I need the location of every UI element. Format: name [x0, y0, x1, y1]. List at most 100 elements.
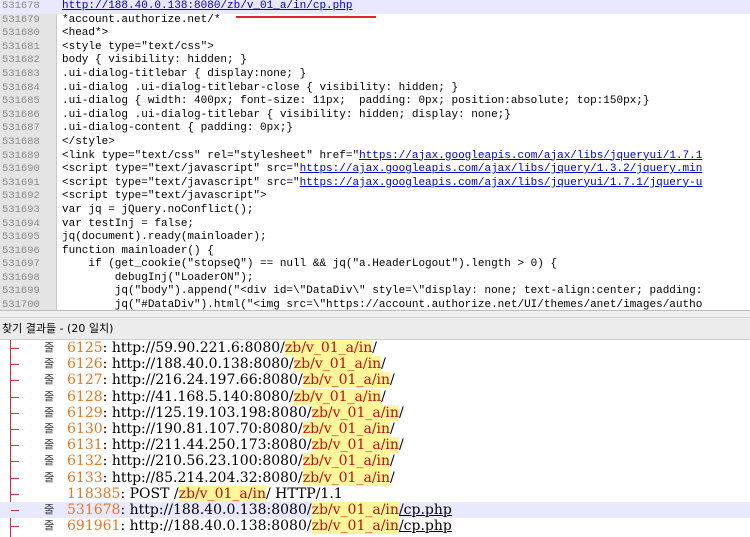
line-number: 531684: [2, 81, 40, 94]
result-suffix: /cp.php: [398, 518, 452, 535]
line-label: 줄: [44, 454, 55, 468]
code-text: *account.authorize.net/*: [62, 14, 220, 28]
result-separator: :: [102, 469, 112, 486]
code-text: http://188.40.0.138:8080/zb/v_01_a/in/cp…: [62, 0, 352, 14]
result-text: 531678: http://188.40.0.138:8080/zb/v_01…: [67, 501, 452, 518]
result-line-number: 6131: [67, 437, 103, 454]
line-number: 531690: [2, 163, 40, 176]
code-text: debugInj("LoaderON");: [62, 272, 254, 286]
result-prefix: http://210.56.23.100:8080/: [111, 453, 303, 470]
result-rows: 줄 6125: http://59.90.221.6:8080/zb/v_01_a…: [0, 340, 750, 535]
line-number: 531695: [2, 231, 40, 244]
find-results-panel[interactable]: 줄 6125: http://59.90.221.6:8080/zb/v_01_a…: [0, 340, 750, 537]
pane-splitter[interactable]: [0, 310, 750, 318]
line-number: 531692: [2, 190, 40, 203]
code-line: 531678 http://188.40.0.138:8080/zb/v_01_a…: [0, 0, 750, 14]
tree-branch: [11, 509, 19, 511]
result-suffix: /: [390, 469, 395, 486]
result-row[interactable]: 줄 6128: http://41.168.5.140:8080/zb/v_01_…: [0, 388, 750, 405]
code-text: var testInj = false;: [62, 218, 194, 232]
code-url-link[interactable]: http://188.40.0.138:8080/zb/v_01_a/in/cp…: [62, 0, 352, 12]
result-prefix: http://188.40.0.138:8080/: [111, 356, 294, 373]
code-line: 531700 jq("#DataDiv").html("<img src=\"h…: [0, 299, 750, 310]
code-line: 531695 jq(document).ready(mainloader);: [0, 231, 750, 245]
code-line: 531689 <link type="text/css" rel="stylesh…: [0, 150, 750, 164]
tree-branch: [11, 493, 19, 495]
result-line-number: 531678: [67, 501, 121, 518]
result-suffix: / HTTP/1.1: [265, 485, 343, 502]
result-line-number: 6133: [67, 469, 103, 486]
line-number: 531689: [2, 149, 40, 162]
result-separator: :: [102, 340, 112, 356]
line-number: 531680: [2, 27, 40, 40]
code-lines: 531678 http://188.40.0.138:8080/zb/v_01_a…: [0, 0, 750, 310]
line-label: 줄: [44, 502, 55, 516]
code-url-link[interactable]: https://ajax.googleapis.com/ajax/libs/jq…: [359, 150, 702, 162]
match-highlight: zb/v_01_a/in: [311, 404, 399, 421]
result-line-number: 6126: [67, 356, 103, 373]
result-text: 6131: http://211.44.250.173:8080/zb/v_01…: [67, 437, 404, 454]
line-number: 531678: [2, 0, 40, 12]
code-segment: <head*>: [62, 27, 109, 40]
result-row[interactable]: 118385: POST /zb/v_01_a/in/ HTTP/1.1: [0, 485, 750, 502]
code-segment: <style type="text/css">: [62, 40, 214, 53]
code-segment: jq("#DataDiv").html("<img src=\"https://…: [62, 299, 703, 310]
result-row[interactable]: 줄 6132: http://210.56.23.100:8080/zb/v_01…: [0, 453, 750, 470]
result-separator: :: [102, 437, 112, 454]
result-row[interactable]: 줄 6130: http://190.81.107.70:8080/zb/v_01…: [0, 420, 750, 437]
result-row[interactable]: 줄 6125: http://59.90.221.6:8080/zb/v_01_a…: [0, 340, 750, 356]
tree-branch: [11, 445, 19, 447]
find-results-header: 찾기 결과들 - (20 일치): [0, 318, 750, 340]
result-line-number: 118385: [67, 485, 121, 502]
result-text: 6133: http://85.214.204.32:8080/zb/v_01_…: [67, 469, 395, 486]
code-text: jq("#DataDiv").html("<img src=\"https://…: [62, 299, 703, 310]
result-prefix: http://188.40.0.138:8080/: [129, 501, 312, 518]
code-line: 531682 body { visibility: hidden; }: [0, 54, 750, 68]
result-separator: :: [102, 404, 112, 421]
code-line: 531692 <script type="text/javascript">: [0, 190, 750, 204]
match-highlight: zb/v_01_a/in: [178, 485, 266, 502]
code-text: .ui-dialog .ui-dialog-titlebar { visibil…: [62, 109, 511, 123]
code-text: body { visibility: hidden; }: [62, 54, 247, 68]
result-row[interactable]: 줄 6131: http://211.44.250.173:8080/zb/v_0…: [0, 437, 750, 454]
tree-branch: [11, 428, 19, 430]
code-text: function mainloader() {: [62, 245, 214, 259]
result-row[interactable]: 줄 691961: http://188.40.0.138:8080/zb/v_0…: [0, 518, 750, 535]
code-text: jq("body").append("<div id=\"DataDiv\" s…: [62, 285, 703, 299]
result-row[interactable]: 줄 6133: http://85.214.204.32:8080/zb/v_01…: [0, 469, 750, 486]
line-number: 531687: [2, 122, 40, 135]
line-number: 531682: [2, 54, 40, 67]
code-segment: <link type="text/css" rel="stylesheet" h…: [62, 149, 360, 162]
result-prefix: http://59.90.221.6:8080/: [111, 340, 285, 356]
line-number: 531698: [2, 271, 40, 284]
result-row[interactable]: 줄 6127: http://216.24.197.66:8080/zb/v_01…: [0, 372, 750, 389]
result-suffix: /: [390, 453, 395, 470]
tree-branch: [11, 380, 19, 382]
code-segment: .ui-dialog .ui-dialog-titlebar-close { v…: [62, 81, 459, 94]
code-line: 531685 .ui-dialog { width: 400px; font-si…: [0, 95, 750, 109]
code-segment: <script type="text/javascript">: [62, 190, 267, 203]
code-url-link[interactable]: https://ajax.googleapis.com/ajax/libs/jq…: [300, 163, 703, 175]
line-number: 531688: [2, 135, 40, 148]
result-suffix: /: [398, 437, 404, 454]
code-editor[interactable]: 531678 http://188.40.0.138:8080/zb/v_01_a…: [0, 0, 750, 310]
code-line: 531684 .ui-dialog .ui-dialog-titlebar-clo…: [0, 82, 750, 96]
code-segment: .ui-dialog-titlebar { display:none; }: [62, 67, 307, 80]
code-segment: .ui-dialog-content { padding: 0px;}: [62, 122, 294, 135]
code-url-link[interactable]: https://ajax.googleapis.com/ajax/libs/jq…: [300, 177, 703, 189]
result-prefix: http://41.168.5.140:8080/: [111, 388, 294, 405]
match-highlight: zb/v_01_a/in: [302, 372, 391, 389]
tree-branch: [11, 396, 19, 398]
result-text: 6132: http://210.56.23.100:8080/zb/v_01_…: [67, 453, 395, 470]
code-line: 531693 var jq = jQuery.noConflict();: [0, 204, 750, 218]
result-text: 6125: http://59.90.221.6:8080/zb/v_01_a/…: [67, 340, 377, 356]
result-separator: :: [102, 388, 112, 405]
tree-branch: [11, 412, 19, 414]
code-line: 531691 <script type="text/javascript" src…: [0, 177, 750, 191]
result-suffix: /: [381, 356, 386, 373]
result-row[interactable]: 줄 6126: http://188.40.0.138:8080/zb/v_01_…: [0, 356, 750, 373]
result-row[interactable]: 줄 6129: http://125.19.103.198:8080/zb/v_0…: [0, 404, 750, 421]
line-number: 531697: [2, 258, 40, 271]
result-row[interactable]: 줄 531678: http://188.40.0.138:8080/zb/v_0…: [0, 501, 750, 519]
line-number: 531693: [2, 203, 40, 216]
